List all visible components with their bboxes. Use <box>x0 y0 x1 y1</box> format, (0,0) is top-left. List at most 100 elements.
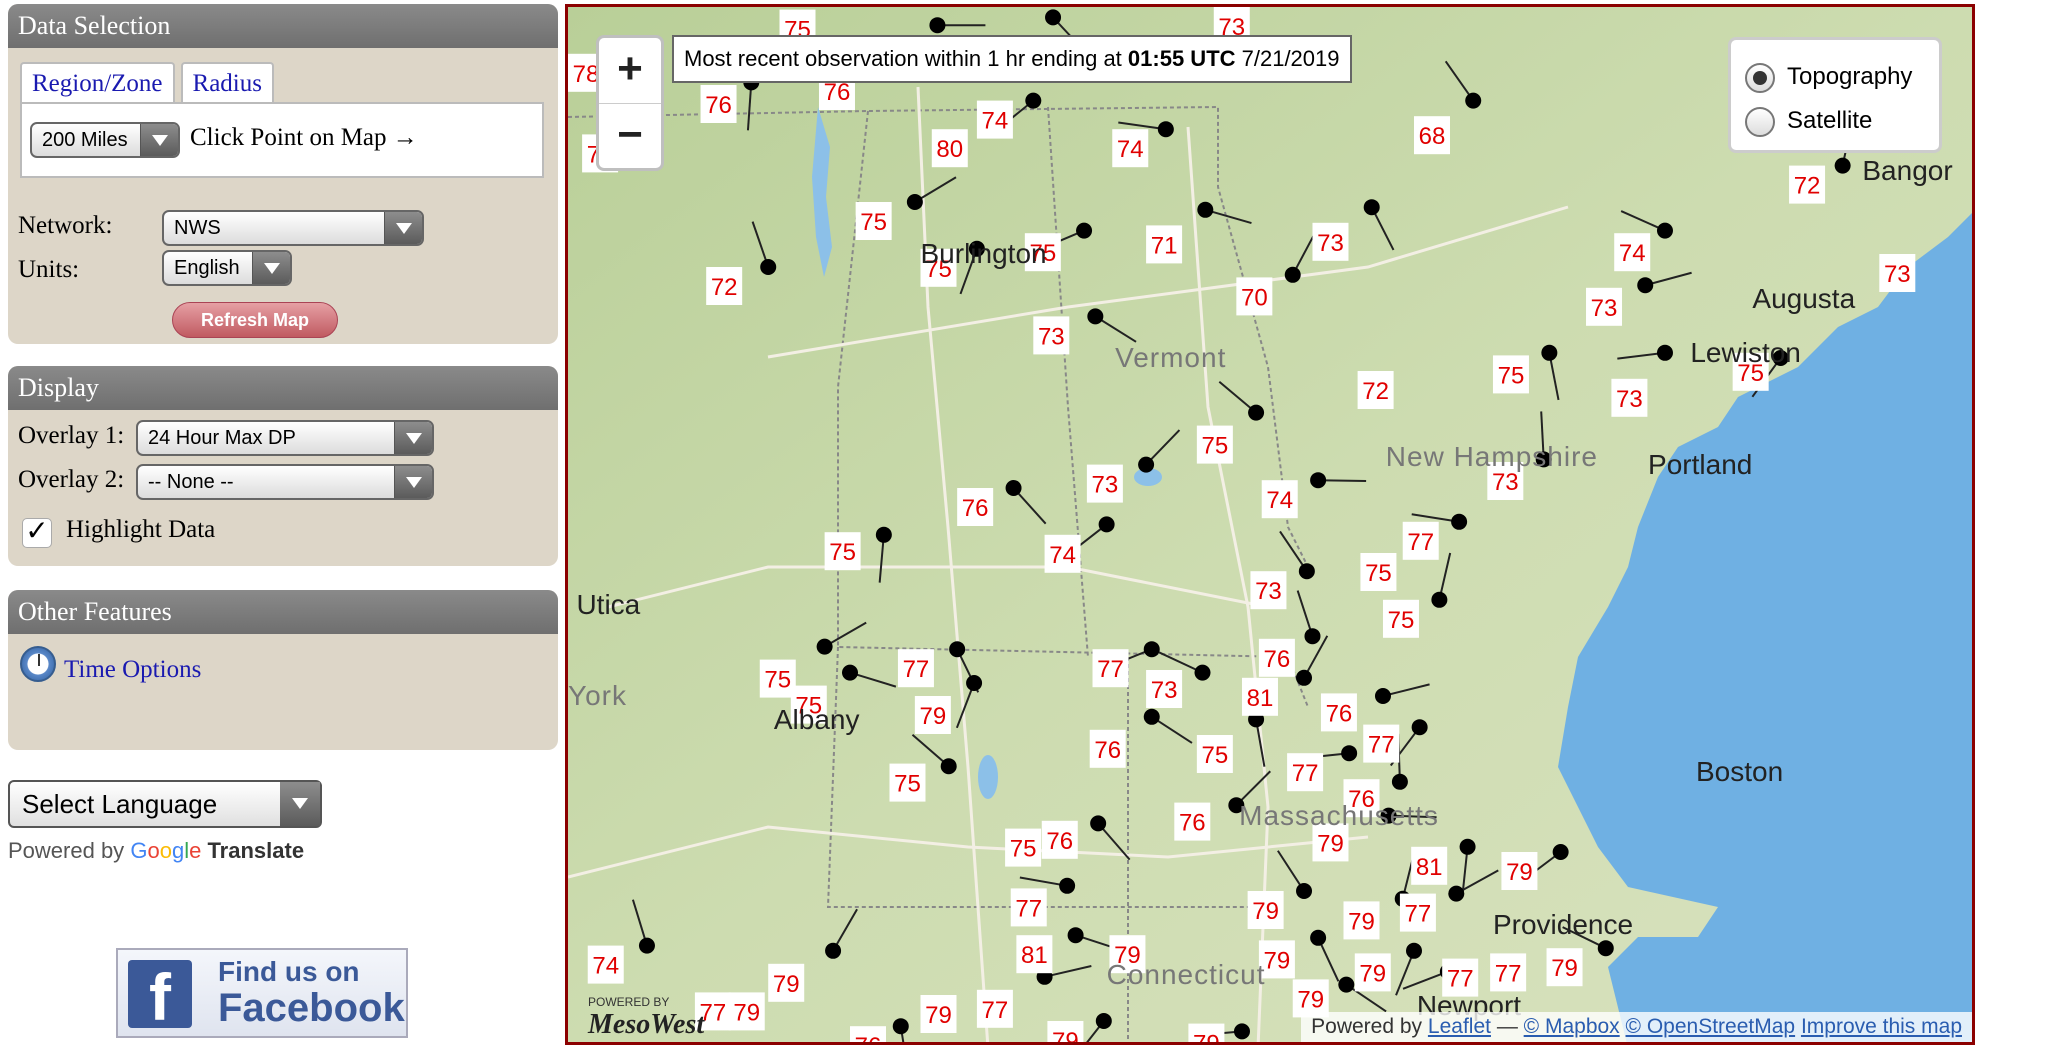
station-dot[interactable] <box>892 1018 909 1035</box>
station-dot[interactable] <box>929 17 946 34</box>
station-dot[interactable] <box>1391 773 1408 790</box>
station-dot[interactable] <box>816 638 833 655</box>
tab-radius[interactable]: Radius <box>180 62 274 102</box>
station-dot[interactable] <box>638 937 655 954</box>
station-value[interactable]: 77 <box>897 649 934 688</box>
station-value[interactable]: 77 <box>1092 649 1129 688</box>
facebook-badge[interactable]: f Find us on Facebook <box>116 948 408 1038</box>
station-value[interactable]: 75 <box>1382 599 1419 638</box>
station-dot[interactable] <box>1087 308 1104 325</box>
station-value[interactable]: 77 <box>1010 888 1047 927</box>
station-dot[interactable] <box>875 526 892 543</box>
station-dot[interactable] <box>1298 563 1315 580</box>
station-dot[interactable] <box>1363 199 1380 216</box>
station-value[interactable]: 72 <box>706 267 743 305</box>
station-dot[interactable] <box>1284 266 1301 283</box>
station-dot[interactable] <box>1296 883 1313 899</box>
time-options-link[interactable]: Time Options <box>64 656 201 684</box>
overlay2-select[interactable]: -- None -- <box>136 464 434 500</box>
station-value[interactable]: 79 <box>1501 852 1538 890</box>
station-value[interactable]: 73 <box>1611 378 1648 417</box>
station-value[interactable]: 72 <box>1789 165 1826 204</box>
station-value[interactable]: 74 <box>1261 480 1298 519</box>
station-value[interactable]: 77 <box>1363 724 1400 763</box>
station-value[interactable]: 79 <box>1188 1023 1225 1045</box>
station-value[interactable]: 75 <box>824 532 861 571</box>
station-value[interactable]: 75 <box>1492 355 1529 394</box>
station-value[interactable]: 80 <box>931 129 968 168</box>
station-dot[interactable] <box>1025 92 1042 109</box>
station-value[interactable]: 76 <box>1089 729 1126 768</box>
station-value[interactable]: 73 <box>1250 571 1287 610</box>
station-dot[interactable] <box>1194 664 1211 681</box>
station-map[interactable]: 7578767673778074746872757571737473757270… <box>565 4 1975 1045</box>
station-value[interactable]: 76 <box>957 488 994 526</box>
station-dot[interactable] <box>1459 838 1476 855</box>
station-dot[interactable] <box>1834 157 1851 174</box>
station-value[interactable]: 79 <box>728 992 765 1031</box>
station-value[interactable]: 77 <box>1287 753 1324 792</box>
station-value[interactable]: 70 <box>1236 277 1273 316</box>
station-value[interactable]: 73 <box>1312 222 1349 261</box>
station-dot[interactable] <box>1310 472 1327 489</box>
station-dot[interactable] <box>1310 929 1327 946</box>
mapbox-link[interactable]: © Mapbox <box>1524 1015 1620 1038</box>
station-dot[interactable] <box>842 664 858 681</box>
station-dot[interactable] <box>1005 480 1022 496</box>
station-value[interactable]: 75 <box>1005 828 1042 867</box>
station-value[interactable]: 79 <box>1247 891 1284 929</box>
station-dot[interactable] <box>1157 121 1174 138</box>
station-dot[interactable] <box>1067 927 1084 944</box>
station-dot[interactable] <box>949 641 966 658</box>
station-value[interactable]: 79 <box>768 963 805 1002</box>
station-dot[interactable] <box>1411 719 1428 736</box>
station-dot[interactable] <box>1304 628 1321 645</box>
station-value[interactable]: 81 <box>1016 935 1053 974</box>
zoom-in-button[interactable]: + <box>599 38 661 104</box>
station-value[interactable]: 79 <box>920 995 957 1033</box>
radius-select[interactable]: 200 Miles <box>30 122 180 158</box>
station-value[interactable]: 76 <box>1041 820 1078 859</box>
osm-link[interactable]: © OpenStreetMap <box>1626 1015 1796 1038</box>
google-logo[interactable]: Google <box>130 838 201 863</box>
station-value[interactable]: 81 <box>1241 677 1278 716</box>
station-dot[interactable] <box>1248 404 1265 421</box>
station-dot[interactable] <box>1138 456 1155 473</box>
station-value[interactable]: 79 <box>914 696 951 734</box>
station-value[interactable]: 75 <box>759 659 796 698</box>
station-value[interactable]: 75 <box>855 202 892 240</box>
station-dot[interactable] <box>1451 513 1468 530</box>
station-dot[interactable] <box>1233 1023 1250 1040</box>
station-dot[interactable] <box>1374 688 1391 704</box>
station-dot[interactable] <box>1197 201 1214 218</box>
station-dot[interactable] <box>1143 708 1160 725</box>
station-value[interactable]: 74 <box>587 945 624 984</box>
station-value[interactable]: 68 <box>1414 116 1450 155</box>
station-dot[interactable] <box>1338 976 1355 993</box>
zoom-out-button[interactable]: − <box>599 104 661 170</box>
station-value[interactable]: 79 <box>1047 1021 1084 1045</box>
station-dot[interactable] <box>1465 92 1482 109</box>
tab-region-zone[interactable]: Region/Zone <box>20 62 175 102</box>
station-dot[interactable] <box>760 259 777 275</box>
network-select[interactable]: NWS <box>162 210 424 246</box>
station-value[interactable]: 79 <box>1354 953 1391 992</box>
station-dot[interactable] <box>1552 844 1569 860</box>
station-value[interactable]: 74 <box>976 100 1013 139</box>
station-dot[interactable] <box>906 194 923 210</box>
station-dot[interactable] <box>1597 940 1614 957</box>
station-value[interactable]: 73 <box>1879 254 1916 292</box>
station-value[interactable]: 76 <box>1174 802 1211 841</box>
station-dot[interactable] <box>1341 745 1358 762</box>
station-value[interactable]: 73 <box>1146 670 1183 708</box>
station-value[interactable]: 75 <box>889 763 926 802</box>
leaflet-link[interactable]: Leaflet <box>1428 1015 1491 1038</box>
station-value[interactable]: 77 <box>1490 953 1527 992</box>
station-dot[interactable] <box>1059 877 1076 894</box>
station-dot[interactable] <box>1448 885 1465 902</box>
layer-topography[interactable]: Topography <box>1745 60 1912 94</box>
station-value[interactable]: 76 <box>850 1026 886 1045</box>
station-value[interactable]: 77 <box>1402 521 1439 560</box>
station-dot[interactable] <box>1143 641 1160 658</box>
station-value[interactable]: 76 <box>700 85 737 123</box>
